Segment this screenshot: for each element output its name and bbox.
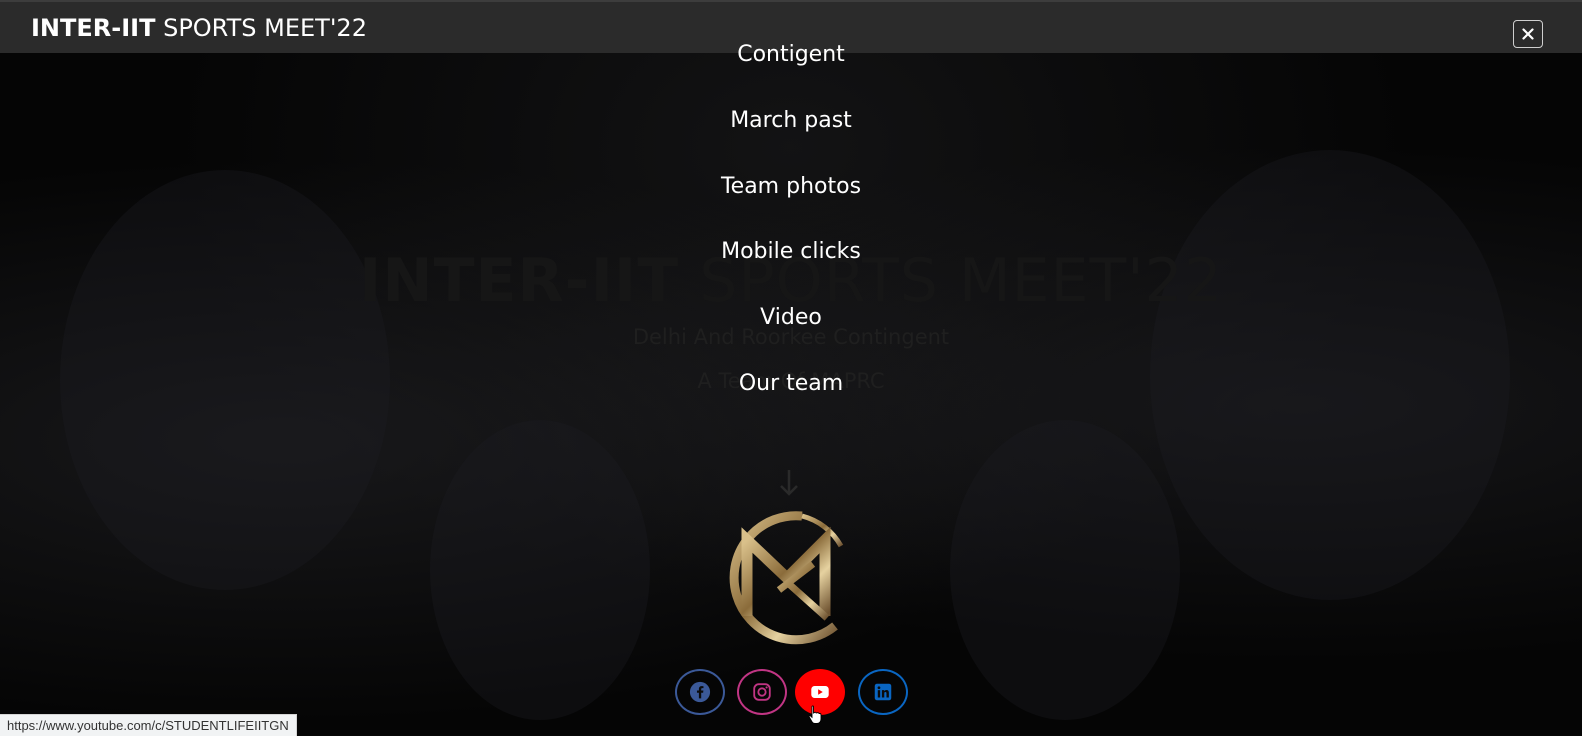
instagram-icon [753, 683, 771, 701]
hand-cursor-icon [808, 705, 822, 725]
menu-item-team-photos[interactable]: Team photos [0, 174, 1582, 199]
menu-item-video[interactable]: Video [0, 305, 1582, 330]
menu-item-contigent[interactable]: Contigent [0, 42, 1582, 67]
brand-title[interactable]: INTER-IIT SPORTS MEET'22 [31, 14, 367, 42]
link-status-bar: https://www.youtube.com/c/STUDENTLIFEIIT… [0, 714, 297, 736]
brand-rest: SPORTS MEET'22 [155, 14, 367, 42]
mk-monogram-logo [717, 506, 859, 648]
close-icon [1522, 28, 1534, 40]
linkedin-icon [874, 683, 892, 701]
instagram-button[interactable] [737, 669, 787, 715]
brand-bold: INTER-IIT [31, 14, 156, 42]
background-figure [430, 420, 650, 720]
youtube-icon [811, 686, 829, 698]
menu-item-march-past[interactable]: March past [0, 108, 1582, 133]
menu-item-mobile-clicks[interactable]: Mobile clicks [0, 239, 1582, 264]
arrow-down-icon[interactable] [778, 468, 800, 500]
background-figure [950, 420, 1180, 720]
facebook-button[interactable] [675, 669, 725, 715]
facebook-icon [689, 681, 711, 703]
linkedin-button[interactable] [858, 669, 908, 715]
menu-item-our-team[interactable]: Our team [0, 371, 1582, 396]
